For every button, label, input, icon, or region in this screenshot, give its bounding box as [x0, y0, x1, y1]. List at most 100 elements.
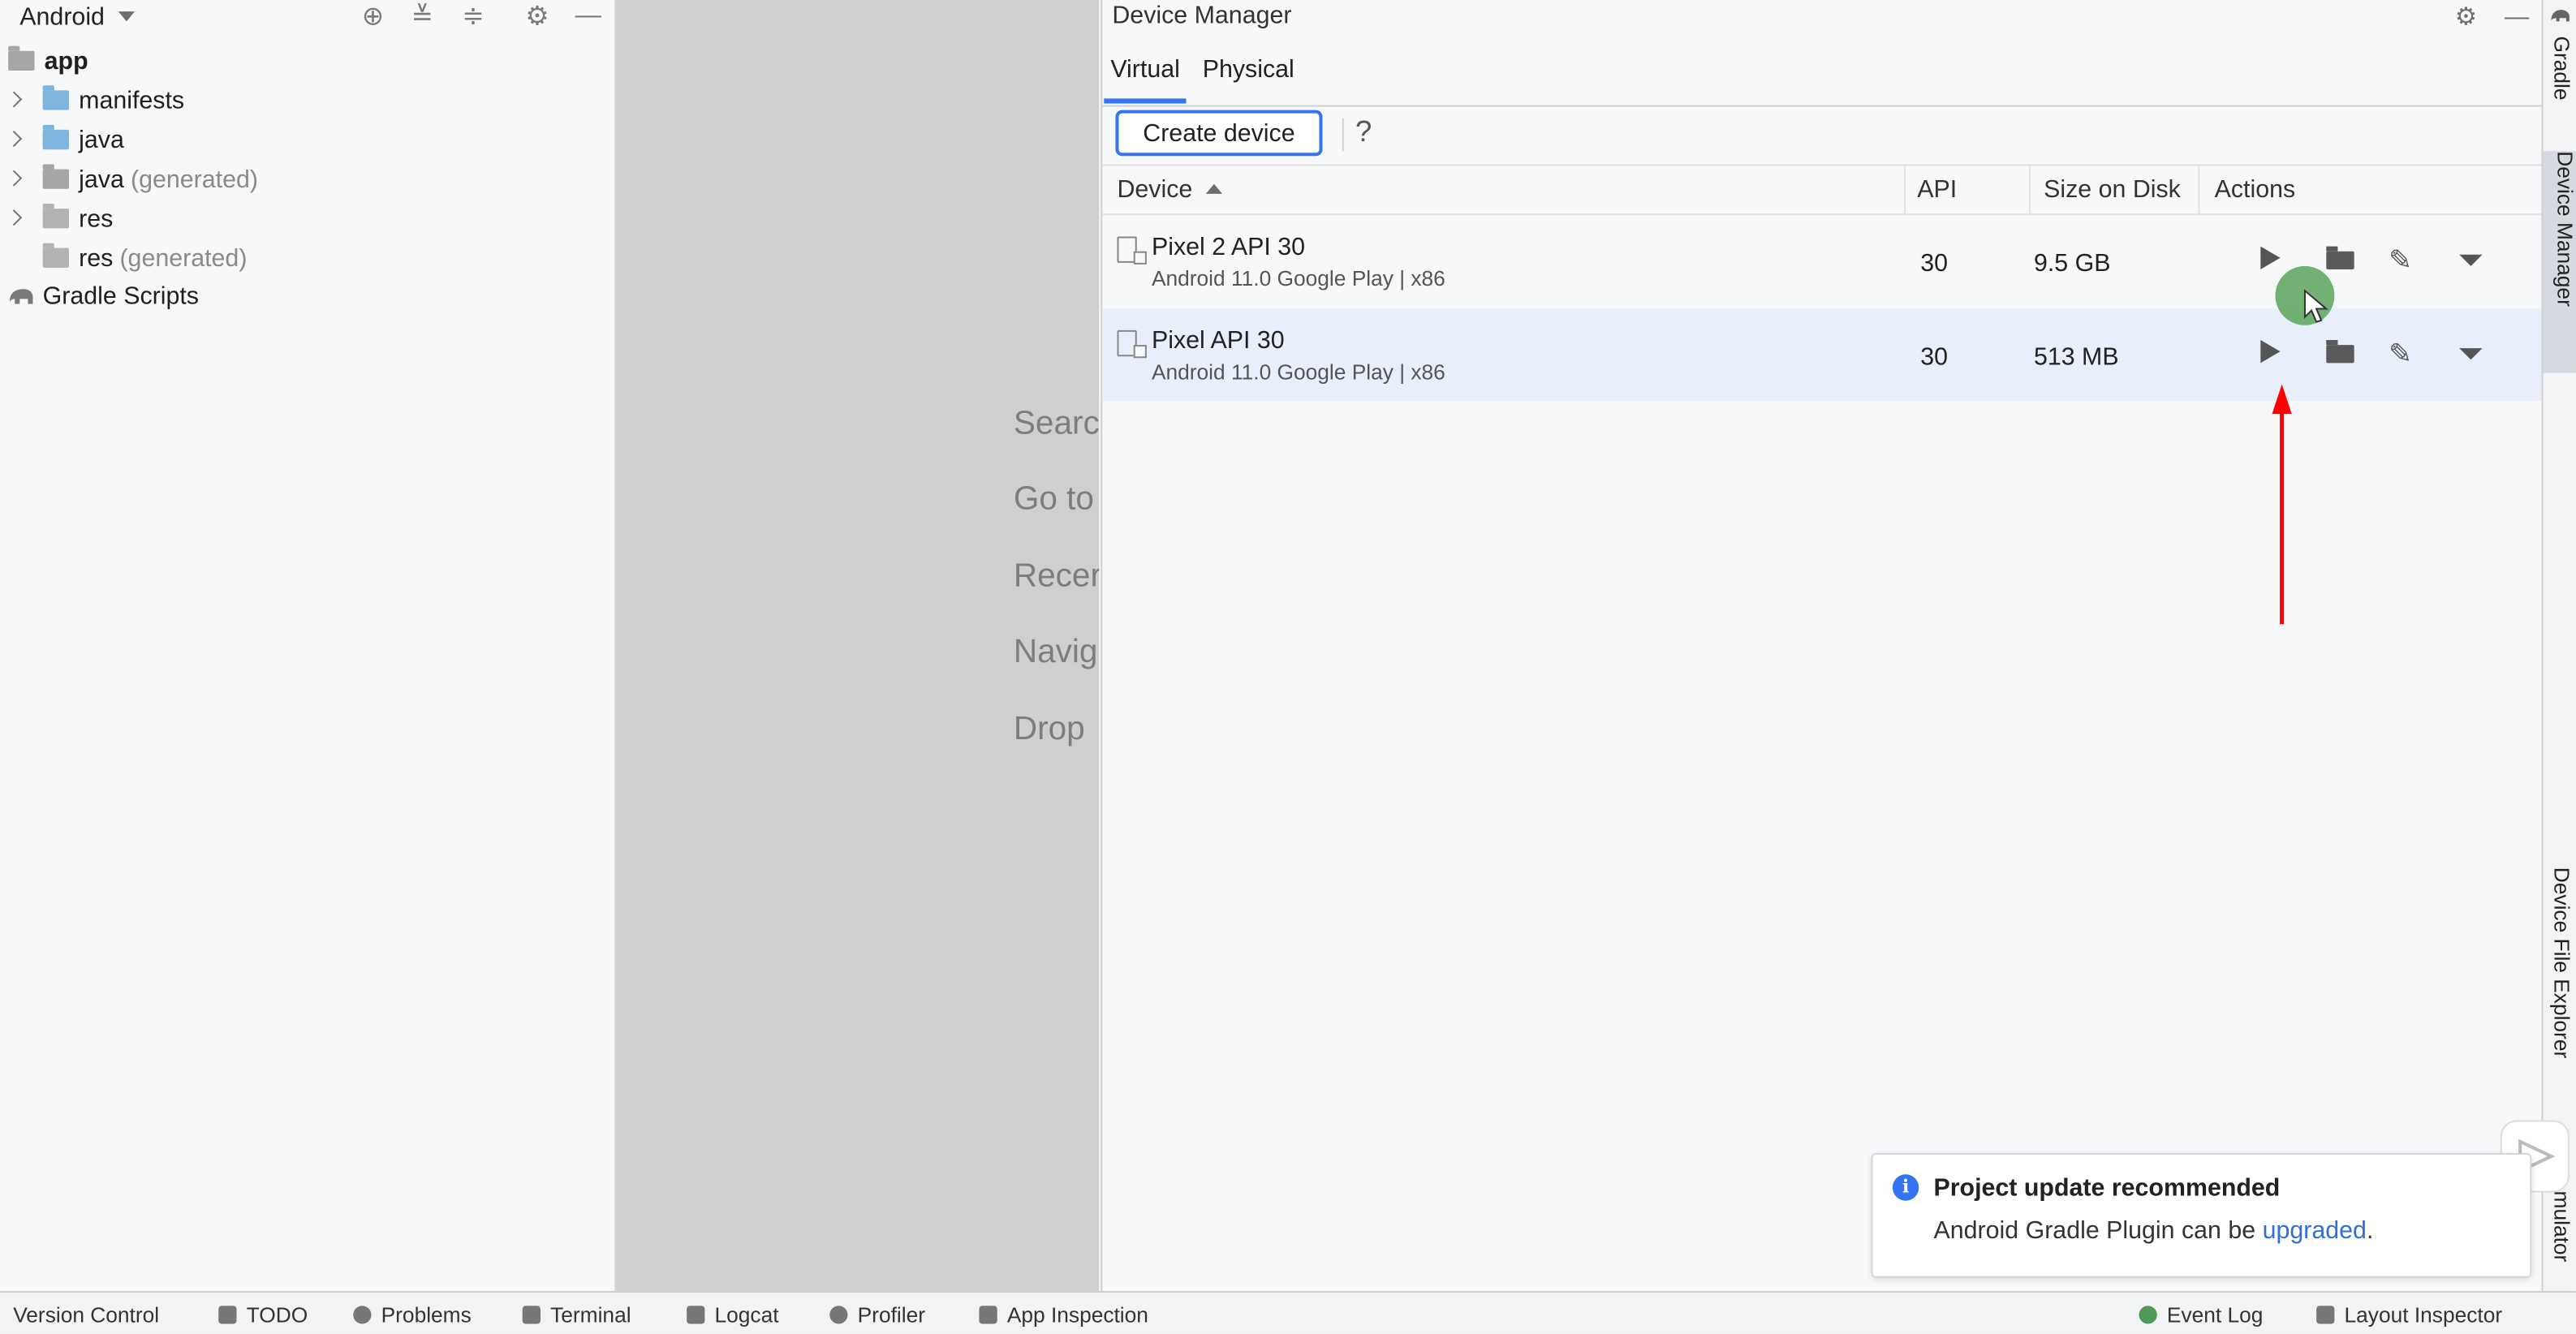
tree-item-app[interactable]: app	[8, 43, 88, 80]
device-manager-panel: Device Manager ⚙ — Virtual Physical Crea…	[1101, 0, 2544, 1292]
chevron-right-icon[interactable]	[6, 170, 23, 187]
project-tool-window: Android ⊕ ≚ ≑ ⚙ — app manifests java jav…	[0, 0, 617, 1292]
tool-problems[interactable]: Problems	[353, 1302, 472, 1328]
tree-item-java-generated[interactable]: java (generated)	[42, 161, 258, 197]
sort-ascending-icon	[1205, 183, 1222, 194]
app-inspection-icon	[979, 1306, 997, 1324]
profiler-icon	[829, 1306, 848, 1324]
tab-physical[interactable]: Physical	[1203, 56, 1294, 99]
tree-item-label: res	[79, 243, 114, 273]
device-tabs: Virtual Physical	[1102, 49, 2544, 107]
tool-stripe-device-file-explorer[interactable]: Device File Explorer	[2550, 867, 2574, 1058]
tree-item-label: Gradle Scripts	[42, 282, 200, 310]
tool-app-inspection[interactable]: App Inspection	[979, 1302, 1148, 1328]
layout-inspector-icon	[2316, 1306, 2335, 1324]
project-view-selector[interactable]: Android	[19, 2, 105, 30]
upgrade-link[interactable]: upgraded	[2263, 1217, 2367, 1245]
tree-item-label: java	[79, 165, 124, 193]
column-header-actions: Actions	[2214, 175, 2296, 204]
mouse-cursor-icon	[2303, 289, 2329, 323]
chevron-right-icon[interactable]	[6, 209, 23, 226]
column-header-api[interactable]: API	[1917, 176, 1957, 204]
tool-layout-inspector[interactable]: Layout Inspector	[2316, 1302, 2502, 1328]
notification-body: Android Gradle Plugin can be upgraded.	[1933, 1216, 2374, 1246]
notification-title: Project update recommended	[1933, 1174, 2281, 1203]
device-details: Android 11.0 Google Play | x86	[1151, 359, 1445, 385]
collapse-all-icon[interactable]: ≑	[459, 2, 488, 31]
hint-goto: Go to	[1013, 481, 1094, 518]
folder-icon	[42, 85, 70, 110]
chevron-right-icon[interactable]	[6, 91, 23, 108]
edit-pencil-icon[interactable]: ✎	[2389, 338, 2412, 371]
info-icon: i	[1892, 1174, 1919, 1201]
minimize-icon[interactable]: —	[573, 2, 602, 31]
bottom-tool-bar: Version Control TODO Problems Terminal L…	[0, 1291, 2576, 1334]
tree-item-res-generated[interactable]: res (generated)	[42, 240, 248, 277]
device-name: Pixel 2 API 30	[1151, 233, 1306, 261]
resource-folder-icon	[42, 243, 70, 268]
create-device-button[interactable]: Create device	[1115, 110, 1323, 157]
tree-item-manifests[interactable]: manifests	[42, 82, 185, 118]
editor-empty-area: Searcl Go to Recer Navig Drop	[616, 0, 1100, 1292]
resource-folder-icon	[42, 204, 70, 229]
gradle-elephant-icon	[2551, 10, 2570, 22]
hint-search: Searcl	[1013, 405, 1100, 442]
module-folder-icon	[8, 45, 35, 71]
tool-logcat[interactable]: Logcat	[687, 1302, 779, 1328]
minimize-icon[interactable]: —	[2501, 0, 2533, 32]
more-actions-chevron-down-icon[interactable]	[2459, 348, 2483, 360]
show-on-disk-folder-icon[interactable]	[2326, 340, 2354, 364]
device-api: 30	[1920, 249, 1949, 278]
gradle-elephant-icon	[10, 289, 33, 304]
chevron-right-icon[interactable]	[6, 131, 23, 148]
show-on-disk-folder-icon[interactable]	[2326, 246, 2354, 269]
column-header-device[interactable]: Device	[1117, 176, 1222, 204]
virtual-device-icon	[1117, 236, 1147, 265]
tree-item-gradle-scripts[interactable]: Gradle Scripts	[6, 278, 199, 314]
hint-recent: Recer	[1013, 558, 1100, 595]
right-tool-stripe: Gradle Device Manager Device File Explor…	[2541, 0, 2576, 1292]
gear-icon[interactable]: ⚙	[523, 2, 552, 31]
list-icon	[218, 1306, 237, 1324]
hint-navigation: Navig	[1013, 634, 1098, 670]
launch-emulator-play-icon[interactable]	[2260, 246, 2281, 269]
launch-emulator-play-icon[interactable]	[2260, 340, 2281, 364]
device-name: Pixel API 30	[1151, 326, 1285, 355]
red-arrow-annotation	[2272, 384, 2292, 625]
event-log-icon	[2139, 1306, 2157, 1324]
edit-pencil-icon[interactable]: ✎	[2389, 245, 2412, 278]
logcat-icon	[687, 1306, 705, 1324]
tool-stripe-device-manager[interactable]: Device Manager	[2543, 151, 2576, 373]
tool-stripe-emulator[interactable]: mulator	[2550, 1191, 2574, 1263]
tool-stripe-gradle[interactable]: Gradle	[2550, 37, 2574, 101]
tree-item-label: manifests	[79, 86, 185, 114]
device-toolbar: Create device ?	[1102, 105, 2544, 166]
tool-version-control[interactable]: Version Control	[13, 1302, 159, 1327]
gear-icon[interactable]: ⚙	[2449, 0, 2482, 32]
more-actions-chevron-down-icon[interactable]	[2459, 254, 2483, 266]
device-api: 30	[1920, 343, 1949, 372]
tree-item-label: res	[79, 204, 114, 233]
chevron-down-icon[interactable]	[118, 11, 135, 22]
tree-item-suffix: (generated)	[130, 165, 258, 193]
tool-profiler[interactable]: Profiler	[829, 1302, 925, 1328]
tree-item-suffix: (generated)	[119, 243, 248, 273]
terminal-icon	[522, 1306, 541, 1324]
tool-todo[interactable]: TODO	[218, 1302, 308, 1328]
column-header-size[interactable]: Size on Disk	[2044, 176, 2181, 204]
tool-terminal[interactable]: Terminal	[522, 1302, 631, 1328]
tree-item-java[interactable]: java	[42, 122, 124, 158]
table-header: Device API Size on Disk Actions	[1102, 166, 2544, 216]
virtual-device-icon	[1117, 329, 1147, 359]
problems-icon	[353, 1306, 372, 1324]
help-button[interactable]: ?	[1355, 115, 1372, 150]
tab-virtual[interactable]: Virtual	[1104, 56, 1187, 104]
tool-event-log[interactable]: Event Log	[2139, 1302, 2263, 1328]
notification-balloon: i Project update recommended Android Gra…	[1871, 1152, 2532, 1278]
expand-all-icon[interactable]: ≚	[407, 2, 437, 31]
tree-item-res[interactable]: res	[42, 200, 114, 237]
toolbar-divider	[1342, 118, 1344, 152]
generated-folder-icon	[42, 164, 70, 189]
locate-icon[interactable]: ⊕	[358, 2, 387, 31]
device-size: 513 MB	[2033, 343, 2119, 372]
